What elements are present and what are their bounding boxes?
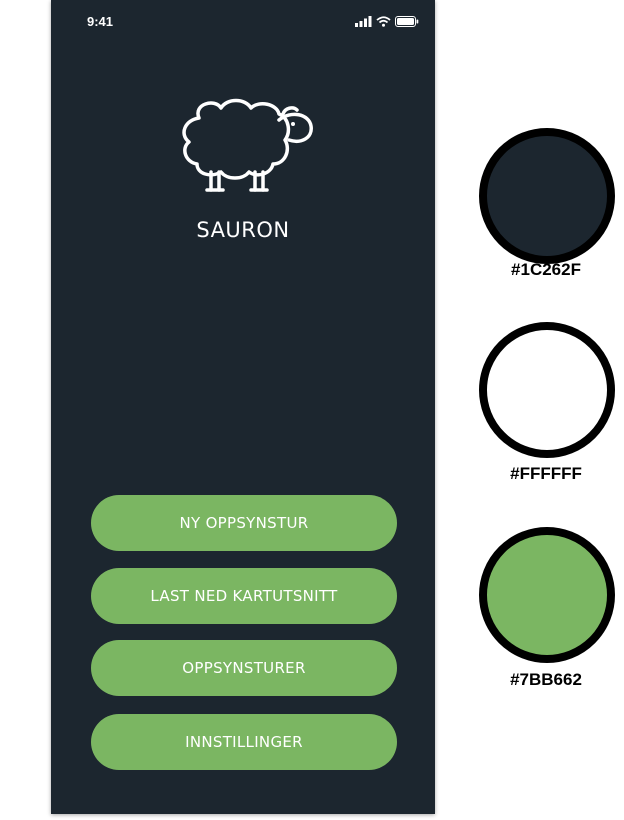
swatch-white [479,322,615,458]
download-map-button[interactable]: LAST NED KARTUTSNITT [91,568,397,624]
trips-button[interactable]: OPPSYNSTURER [91,640,397,696]
cellular-signal-icon [355,15,372,27]
new-trip-button[interactable]: NY OPPSYNSTUR [91,495,397,551]
battery-icon [395,15,419,27]
status-time: 9:41 [87,14,114,29]
phone-screen: 9:41 SAURON NY OPPSYNSTUR LAST NED KARTU… [51,0,435,814]
swatch-green [479,527,615,663]
wifi-icon [376,15,391,27]
app-title: SAURON [196,218,290,242]
settings-button[interactable]: INNSTILLINGER [91,714,397,770]
status-icons [355,14,419,28]
sheep-icon [182,98,313,192]
swatch-label-white: #FFFFFF [510,464,582,483]
swatch-label-green: #7BB662 [510,670,582,689]
swatch-dark [479,128,615,264]
swatch-label-dark: #1C262F [511,260,581,279]
